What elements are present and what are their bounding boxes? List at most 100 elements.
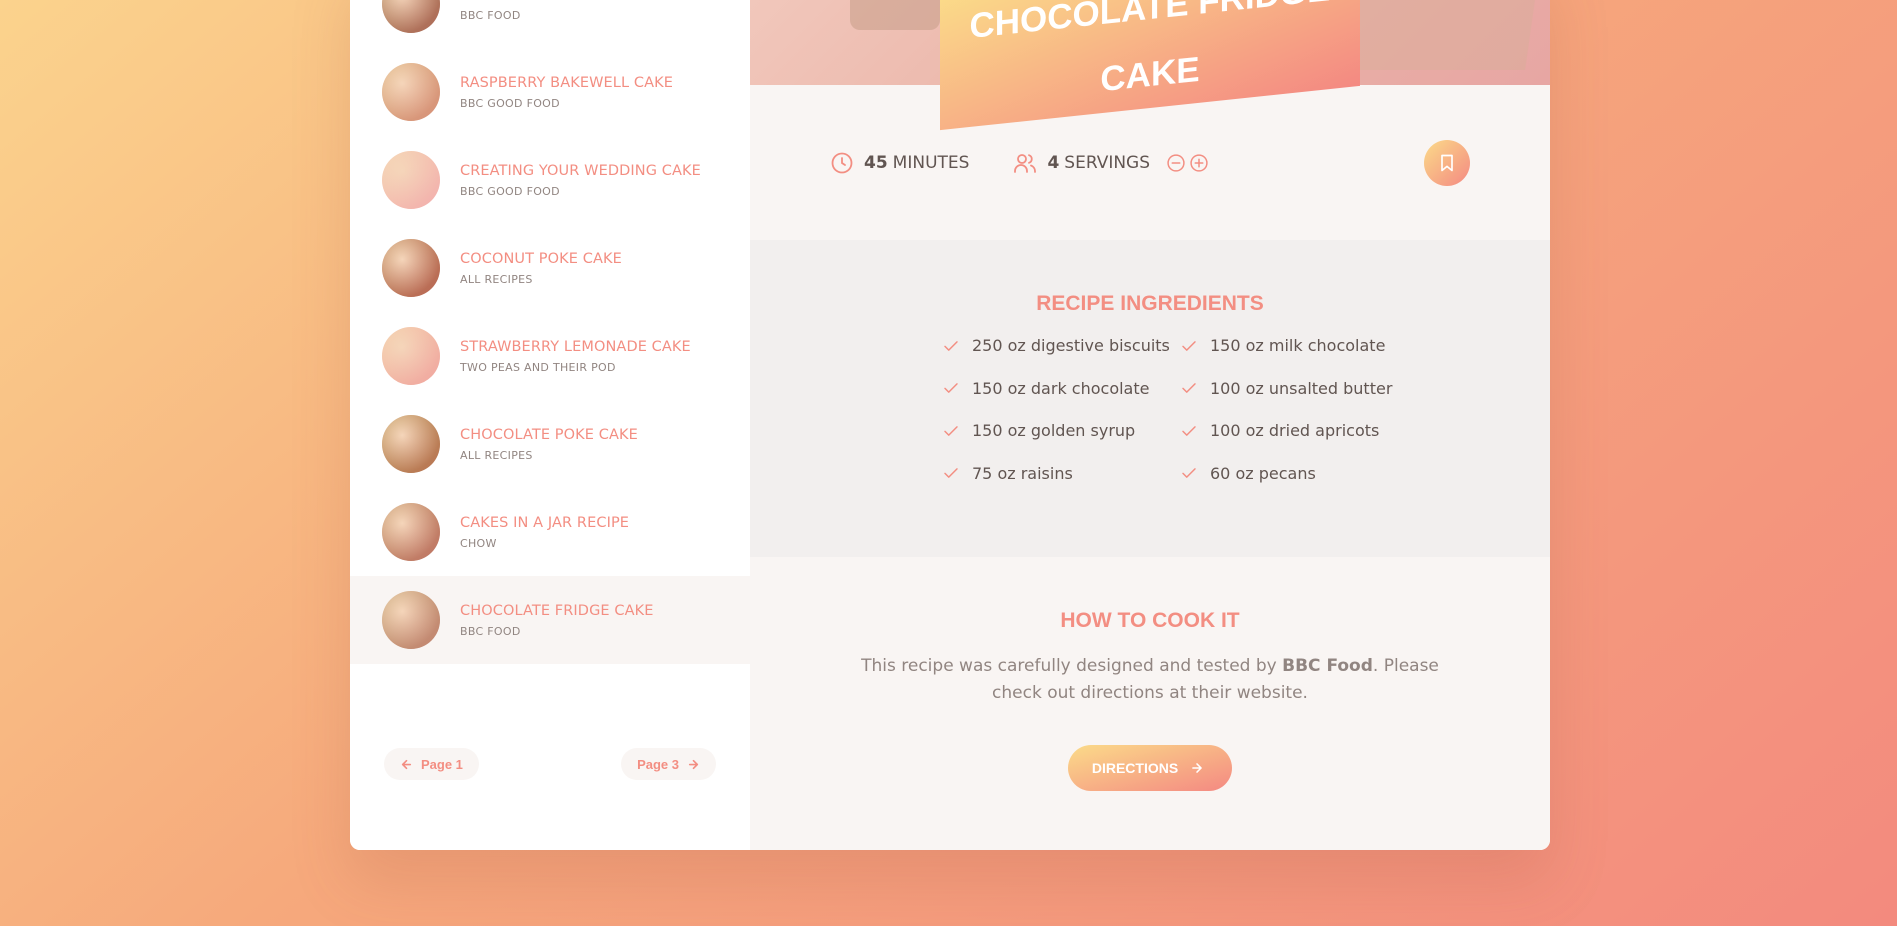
search-results-sidebar: CHOCOLATE BEETROOT CAKES BBC FOOD RASPBERR… bbox=[350, 0, 750, 850]
result-text: CHOCOLATE BEETROOT CAKES BBC FOOD bbox=[460, 0, 688, 22]
result-item[interactable]: COCONUT POKE CAKE ALL RECIPES bbox=[350, 224, 750, 312]
ingredient-text: 150 oz golden syrup bbox=[972, 421, 1136, 440]
directions-prefix: This recipe was carefully designed and t… bbox=[861, 656, 1283, 676]
ingredient-text: 150 oz milk chocolate bbox=[1210, 336, 1386, 355]
ingredient-item: 75 oz raisins bbox=[942, 464, 1180, 483]
cake-image-detail bbox=[850, 0, 940, 30]
result-title: COCONUT POKE CAKE bbox=[460, 250, 622, 267]
check-icon bbox=[1180, 337, 1198, 355]
result-publisher: ALL RECIPES bbox=[460, 272, 533, 286]
result-publisher: TWO PEAS AND THEIR POD bbox=[460, 360, 616, 374]
result-publisher: CHOW bbox=[460, 536, 497, 550]
results-list: CHOCOLATE BEETROOT CAKES BBC FOOD RASPBERR… bbox=[350, 0, 750, 664]
result-title: STRAWBERRY LEMONADE CAKE bbox=[460, 338, 691, 355]
next-page-button[interactable]: Page 3 bbox=[621, 748, 716, 780]
result-thumbnail bbox=[382, 63, 440, 121]
result-title: RASPBERRY BAKEWELL CAKE bbox=[460, 74, 673, 91]
result-publisher: BBC GOOD FOOD bbox=[460, 184, 560, 198]
ingredient-text: 250 oz digestive biscuits bbox=[972, 336, 1170, 355]
servings-unit: SERVINGS bbox=[1064, 152, 1151, 173]
minus-circle-icon bbox=[1167, 153, 1185, 172]
directions-heading: HOW TO COOK IT bbox=[1060, 609, 1240, 632]
directions-button[interactable]: DIRECTIONS bbox=[1067, 745, 1233, 792]
result-title: CHOCOLATE FRIDGE CAKE bbox=[460, 602, 654, 619]
cooking-time-value: 45 bbox=[864, 152, 888, 173]
result-item[interactable]: CAKES IN A JAR RECIPE CHOW bbox=[350, 488, 750, 576]
ingredient-item: 150 oz golden syrup bbox=[942, 421, 1180, 440]
result-thumbnail bbox=[382, 327, 440, 385]
ingredient-text: 60 oz pecans bbox=[1210, 463, 1316, 483]
next-page-label: Page 3 bbox=[637, 756, 679, 772]
directions-publisher: BBC Food bbox=[1282, 656, 1373, 676]
result-text: CAKES IN A JAR RECIPE CHOW bbox=[460, 515, 629, 550]
arrow-right-icon bbox=[1192, 763, 1203, 774]
ingredient-item: 250 oz digestive biscuits bbox=[942, 336, 1180, 355]
result-thumbnail bbox=[382, 0, 440, 33]
recipe-panel: CHOCOLATE FRIDGE CAKE 45 MINUTES 4 SERVI… bbox=[750, 0, 1550, 850]
result-thumbnail bbox=[382, 591, 440, 649]
users-icon bbox=[1013, 151, 1037, 175]
bookmark-button[interactable] bbox=[1424, 139, 1470, 186]
prev-page-button[interactable]: Page 1 bbox=[384, 748, 479, 780]
ingredient-item: 60 oz pecans bbox=[1180, 464, 1400, 483]
result-thumbnail bbox=[382, 239, 440, 297]
result-title: CHOCOLATE POKE CAKE bbox=[460, 426, 638, 443]
check-icon bbox=[942, 422, 960, 440]
increase-servings-button[interactable] bbox=[1189, 153, 1209, 173]
check-icon bbox=[942, 464, 960, 482]
app-container: CHOCOLATE BEETROOT CAKES BBC FOOD RASPBERR… bbox=[350, 0, 1550, 850]
arrow-right-icon bbox=[688, 759, 699, 769]
pagination: Page 1 Page 3 bbox=[384, 748, 716, 780]
recipe-details: 45 MINUTES 4 SERVINGS bbox=[750, 85, 1550, 240]
servings-controls bbox=[1166, 153, 1209, 173]
prev-page-label: Page 1 bbox=[421, 756, 463, 772]
result-text: RASPBERRY BAKEWELL CAKE BBC GOOD FOOD bbox=[460, 75, 673, 110]
check-icon bbox=[942, 337, 960, 355]
ingredient-item: 100 oz unsalted butter bbox=[1180, 379, 1400, 398]
result-text: STRAWBERRY LEMONADE CAKE TWO PEAS AND THE… bbox=[460, 339, 691, 374]
result-title: CHOCOLATE BEETROOT CAKES bbox=[460, 0, 688, 3]
servings-value: 4 bbox=[1047, 152, 1060, 173]
result-title: CAKES IN A JAR RECIPE bbox=[460, 514, 630, 531]
ingredients-heading: RECIPE INGREDIENTS bbox=[1036, 292, 1264, 315]
cooking-time: 45 MINUTES bbox=[830, 151, 969, 175]
result-text: CHOCOLATE FRIDGE CAKE BBC FOOD bbox=[460, 603, 654, 638]
clock-icon bbox=[830, 151, 854, 175]
result-text: CHOCOLATE POKE CAKE ALL RECIPES bbox=[460, 427, 638, 462]
result-publisher: BBC FOOD bbox=[460, 624, 521, 638]
result-item[interactable]: CHOCOLATE FRIDGE CAKE BBC FOOD bbox=[350, 576, 750, 664]
recipe-image: CHOCOLATE FRIDGE CAKE bbox=[750, 0, 1550, 131]
bookmark-icon bbox=[1441, 154, 1453, 171]
directions-button-label: DIRECTIONS bbox=[1091, 760, 1179, 777]
result-text: COCONUT POKE CAKE ALL RECIPES bbox=[460, 251, 622, 286]
ingredient-item: 150 oz milk chocolate bbox=[1180, 336, 1400, 355]
result-text: CREATING YOUR WEDDING CAKE BBC GOOD FOOD bbox=[460, 163, 701, 198]
result-item[interactable]: CHOCOLATE POKE CAKE ALL RECIPES bbox=[350, 400, 750, 488]
result-item[interactable]: CHOCOLATE BEETROOT CAKES BBC FOOD bbox=[350, 0, 750, 48]
result-publisher: BBC FOOD bbox=[460, 8, 521, 22]
decrease-servings-button[interactable] bbox=[1166, 153, 1186, 173]
result-item[interactable]: CREATING YOUR WEDDING CAKE BBC GOOD FOOD bbox=[350, 136, 750, 224]
ingredient-list: 250 oz digestive biscuits 150 oz milk cho… bbox=[942, 336, 1400, 483]
ingredient-item: 100 oz dried apricots bbox=[1180, 421, 1400, 440]
result-item[interactable]: STRAWBERRY LEMONADE CAKE TWO PEAS AND THE… bbox=[350, 312, 750, 400]
check-icon bbox=[1180, 464, 1198, 482]
recipe-ingredients: RECIPE INGREDIENTS 250 oz digestive bisc… bbox=[750, 240, 1550, 557]
ingredient-text: 100 oz dried apricots bbox=[1210, 421, 1380, 440]
result-publisher: ALL RECIPES bbox=[460, 448, 533, 462]
ingredient-text: 75 oz raisins bbox=[972, 463, 1073, 483]
arrow-left-icon bbox=[401, 759, 412, 769]
result-publisher: BBC GOOD FOOD bbox=[460, 96, 560, 110]
check-icon bbox=[1180, 422, 1198, 440]
servings: 4 SERVINGS bbox=[1013, 151, 1209, 175]
ingredient-text: 100 oz unsalted butter bbox=[1210, 378, 1393, 398]
plus-circle-icon bbox=[1190, 153, 1208, 172]
result-item[interactable]: RASPBERRY BAKEWELL CAKE BBC GOOD FOOD bbox=[350, 48, 750, 136]
recipe-directions: HOW TO COOK IT This recipe was carefully… bbox=[750, 557, 1550, 792]
result-thumbnail bbox=[382, 503, 440, 561]
result-title: CREATING YOUR WEDDING CAKE bbox=[460, 162, 701, 179]
ingredient-text: 150 oz dark chocolate bbox=[972, 378, 1150, 398]
check-icon bbox=[1180, 379, 1198, 397]
directions-text: This recipe was carefully designed and t… bbox=[850, 653, 1450, 707]
check-icon bbox=[942, 379, 960, 397]
